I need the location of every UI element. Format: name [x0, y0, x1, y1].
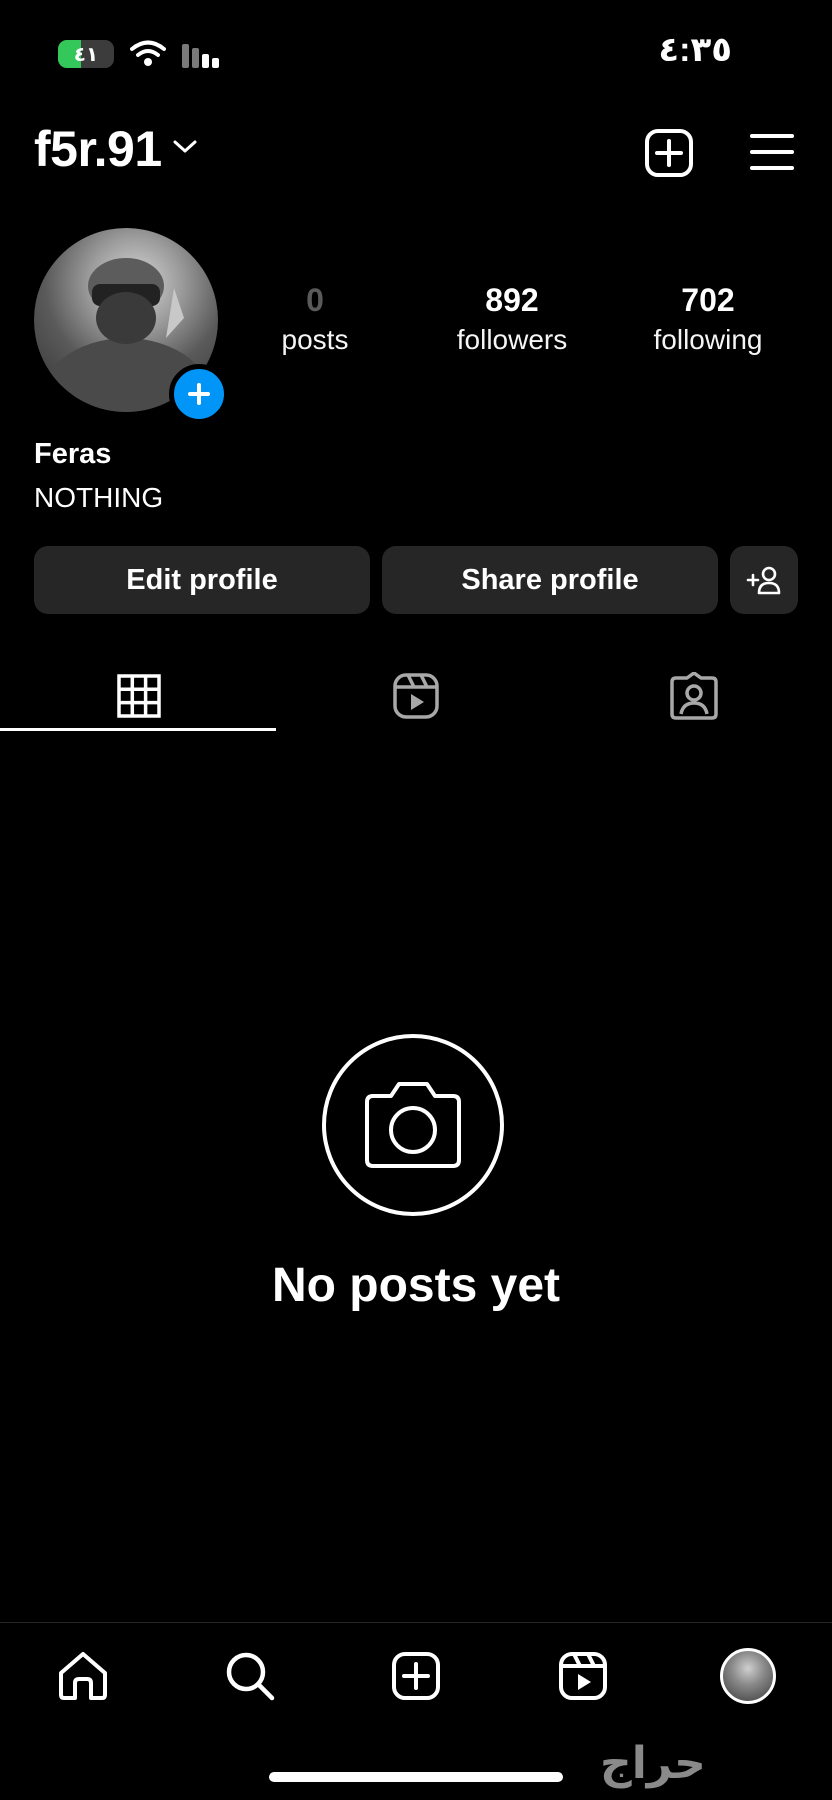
add-story-button[interactable] — [169, 364, 229, 424]
stat-value: 702 — [681, 282, 735, 318]
grid-icon — [116, 674, 161, 718]
active-tab-indicator — [0, 728, 276, 731]
reels-icon — [392, 673, 439, 719]
search-icon — [226, 1652, 275, 1701]
profile-avatar — [720, 1648, 776, 1704]
nav-reels[interactable] — [543, 1644, 623, 1708]
stat-followers[interactable]: 892 followers — [422, 280, 602, 360]
stat-label: following — [653, 324, 763, 355]
reels-icon — [559, 1652, 607, 1700]
tagged-icon — [669, 672, 718, 720]
status-time: ٤:٣٥ — [658, 31, 732, 69]
stat-posts[interactable]: 0 posts — [225, 280, 405, 360]
nav-profile[interactable] — [708, 1644, 788, 1708]
stat-following[interactable]: 702 following — [618, 280, 798, 360]
edit-profile-button[interactable]: Edit profile — [34, 546, 370, 614]
stat-value: 892 — [485, 282, 539, 318]
create-icon — [392, 1652, 440, 1700]
battery-indicator: ٤١ — [58, 40, 114, 68]
share-profile-button[interactable]: Share profile — [382, 546, 718, 614]
display-name: Feras — [34, 438, 112, 470]
discover-people-button[interactable] — [730, 546, 798, 614]
menu-icon[interactable] — [750, 133, 794, 176]
plus-icon — [188, 383, 210, 405]
tab-reels[interactable] — [277, 660, 554, 732]
bio-text: NOTHING — [34, 482, 164, 513]
new-post-icon[interactable] — [644, 128, 694, 183]
username: f5r.91 — [34, 121, 162, 177]
nav-create[interactable] — [376, 1644, 456, 1708]
empty-state-title: No posts yet — [271, 1259, 561, 1312]
camera-circle — [322, 1034, 504, 1216]
camera-icon — [365, 1082, 461, 1168]
tab-grid[interactable] — [0, 660, 277, 732]
stat-value: 0 — [306, 282, 324, 318]
watermark: حراج — [600, 1739, 706, 1788]
signal-icon — [182, 44, 224, 73]
home-indicator[interactable] — [269, 1772, 563, 1782]
nav-search[interactable] — [210, 1644, 290, 1708]
battery-percent: ٤١ — [73, 44, 99, 66]
nav-home[interactable] — [43, 1644, 123, 1708]
chevron-down-icon — [172, 138, 198, 161]
wifi-icon — [130, 40, 166, 73]
add-user-icon — [746, 566, 781, 595]
home-icon — [59, 1652, 107, 1700]
account-switcher[interactable]: f5r.91 — [34, 120, 198, 178]
nav-divider — [0, 1622, 832, 1623]
tab-tagged[interactable] — [555, 660, 832, 732]
stat-label: followers — [456, 324, 568, 355]
stat-label: posts — [281, 324, 349, 355]
